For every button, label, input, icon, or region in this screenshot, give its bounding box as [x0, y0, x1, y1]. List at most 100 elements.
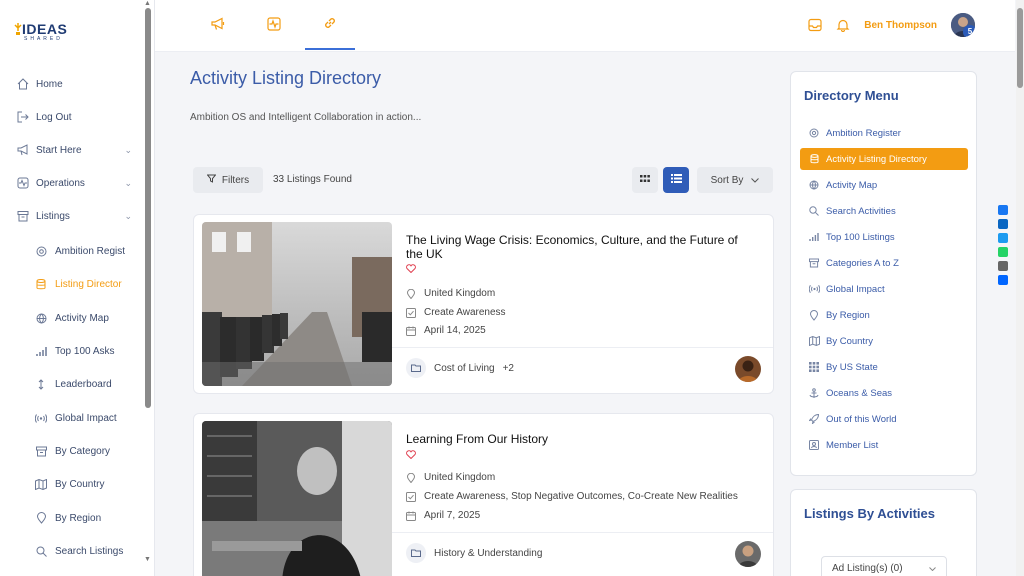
directory-item-activity-map[interactable]: Activity Map	[800, 174, 968, 196]
user-area: Ben Thompson 5	[808, 13, 975, 37]
sidebar-subitem-top-100[interactable]: Top 100 Asks	[35, 341, 145, 361]
listing-image[interactable]	[202, 222, 392, 386]
directory-item-ambition-register[interactable]: Ambition Register	[800, 122, 968, 144]
sidebar-subitem-by-category[interactable]: By Category	[35, 441, 145, 461]
list-icon	[670, 174, 682, 186]
directory-item-out-of-this-world[interactable]: Out of this World	[800, 408, 968, 430]
lightbulb-icon	[14, 22, 22, 36]
listing-purpose: Create Awareness	[406, 307, 506, 318]
sidebar-item-logout[interactable]: Log Out	[16, 107, 136, 127]
grid-icon	[640, 174, 650, 186]
sidebar-subitem-by-region[interactable]: By Region	[35, 508, 145, 528]
sidebar-subitem-label: Leaderboard	[55, 378, 112, 390]
directory-item-activity-listing-directory[interactable]: Activity Listing Directory	[800, 148, 968, 170]
directory-item-label: Member List	[826, 439, 879, 451]
author-avatar[interactable]	[735, 541, 761, 567]
tab-announcements[interactable]	[193, 0, 243, 50]
heart-icon[interactable]	[406, 450, 416, 462]
directory-item-by-region[interactable]: By Region	[800, 304, 968, 326]
chevron-down-icon[interactable]: ⌄	[124, 178, 132, 189]
directory-item-label: Ambition Register	[826, 127, 901, 139]
pin-icon	[406, 288, 416, 299]
ad-listings-select[interactable]: Ad Listing(s) (0)	[821, 556, 947, 576]
sidebar-subitem-activity-map[interactable]: Activity Map	[35, 308, 145, 328]
panel-title: Listings By Activities	[804, 506, 935, 521]
linkedin-icon[interactable]	[998, 219, 1008, 229]
email-icon[interactable]	[998, 261, 1008, 271]
listing-category[interactable]: History & Understanding	[406, 543, 542, 563]
sidebar-item-listings[interactable]: Listings ⌄	[16, 206, 136, 226]
sidebar-item-start-here[interactable]: Start Here ⌄	[16, 140, 136, 160]
listing-title[interactable]: Learning From Our History	[406, 432, 746, 446]
sidebar-subitem-leaderboard[interactable]: Leaderboard	[35, 374, 145, 394]
grid-view-button[interactable]	[632, 167, 658, 193]
rocket-icon	[808, 413, 820, 425]
directory-item-global-impact[interactable]: Global Impact	[800, 278, 968, 300]
twitter-icon[interactable]	[998, 233, 1008, 243]
whatsapp-icon[interactable]	[998, 247, 1008, 257]
listing-category[interactable]: Cost of Living +2	[406, 358, 514, 378]
sidebar-subitem-by-country[interactable]: By Country	[35, 474, 145, 494]
listing-date: April 14, 2025	[406, 325, 486, 336]
directory-item-categories-a-to-z[interactable]: Categories A to Z	[800, 252, 968, 274]
logo-subtext: SHARED	[24, 36, 63, 42]
archive-icon	[808, 257, 820, 269]
directory-item-search-activities[interactable]: Search Activities	[800, 200, 968, 222]
checkbox-icon	[406, 307, 416, 318]
listing-title[interactable]: The Living Wage Crisis: Economics, Cultu…	[406, 233, 746, 261]
author-avatar[interactable]	[735, 356, 761, 382]
pin-icon	[808, 309, 820, 321]
directory-item-member-list[interactable]: Member List	[800, 434, 968, 456]
sidebar-subitem-label: Ambition Regist	[55, 245, 126, 257]
user-name[interactable]: Ben Thompson	[864, 20, 937, 31]
sidebar-item-label: Log Out	[36, 111, 72, 123]
facebook-icon[interactable]	[998, 205, 1008, 215]
directory-item-top-100-listings[interactable]: Top 100 Listings	[800, 226, 968, 248]
tab-links[interactable]	[305, 0, 355, 50]
sidebar-scrollbar[interactable]	[145, 8, 151, 408]
sidebar-subitem-search-listings[interactable]: Search Listings	[35, 541, 145, 561]
category-text: Cost of Living	[434, 362, 495, 374]
chevron-down-icon[interactable]: ⌄	[124, 145, 132, 156]
sidebar-item-home[interactable]: Home	[16, 74, 136, 94]
listing-card[interactable]: Learning From Our History United Kingdom…	[193, 413, 774, 576]
archive-icon	[16, 209, 30, 223]
gear-icon	[35, 245, 47, 257]
sidebar-subitem-label: By Region	[55, 512, 102, 524]
logo[interactable]: IDEAS SHARED	[14, 22, 67, 42]
list-view-button[interactable]	[663, 167, 689, 193]
sidebar-item-operations[interactable]: Operations ⌄	[16, 173, 136, 193]
calendar-icon	[406, 326, 416, 336]
directory-item-by-us-state[interactable]: By US State	[800, 356, 968, 378]
sidebar-subitem-listing-directory[interactable]: Listing Director	[35, 274, 145, 294]
link-icon	[323, 16, 337, 33]
directory-item-oceans-seas[interactable]: Oceans & Seas	[800, 382, 968, 404]
broadcast-icon	[808, 283, 820, 295]
inbox-icon[interactable]	[808, 18, 822, 32]
directory-item-by-country[interactable]: By Country	[800, 330, 968, 352]
directory-menu-panel: Directory Menu Ambition Register Activit…	[790, 71, 977, 476]
sidebar-subitem-ambition-register[interactable]: Ambition Regist	[35, 241, 145, 261]
sidebar-subitem-label: By Country	[55, 478, 105, 490]
database-icon	[35, 278, 47, 290]
share-plus-icon[interactable]	[998, 275, 1008, 285]
listing-location: United Kingdom	[406, 288, 495, 299]
scroll-down-arrow-icon[interactable]: ▼	[144, 556, 151, 563]
pulse-icon	[16, 176, 30, 190]
filters-button[interactable]: Filters	[193, 167, 263, 193]
page-scrollbar[interactable]	[1016, 0, 1024, 576]
page-scrollbar-thumb[interactable]	[1017, 8, 1023, 88]
sidebar-subitem-global-impact[interactable]: Global Impact	[35, 408, 145, 428]
heart-icon[interactable]	[406, 264, 416, 276]
sidebar-subitem-label: Listing Director	[55, 278, 122, 290]
listing-image[interactable]	[202, 421, 392, 576]
bell-icon[interactable]	[836, 18, 850, 33]
listing-card[interactable]: The Living Wage Crisis: Economics, Cultu…	[193, 214, 774, 394]
avatar[interactable]: 5	[951, 13, 975, 37]
scroll-up-arrow-icon[interactable]: ▲	[144, 0, 151, 7]
chevron-up-icon[interactable]: ⌄	[124, 211, 132, 222]
sort-dropdown[interactable]: Sort By	[697, 167, 773, 193]
bar-chart-icon	[808, 231, 820, 243]
tab-activity[interactable]	[249, 0, 299, 50]
map-icon	[808, 335, 820, 347]
